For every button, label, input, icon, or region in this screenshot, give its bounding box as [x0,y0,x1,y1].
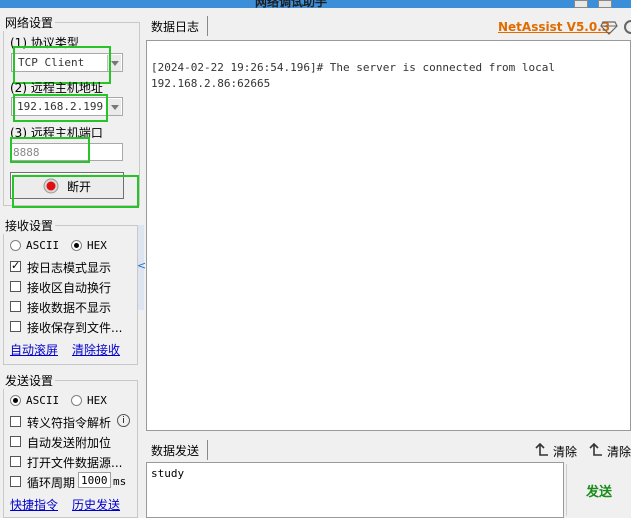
close-button[interactable] [598,0,612,8]
send-settings-title: 发送设置 [3,372,56,389]
log-line: [2024-02-22 19:26:54.196]# The server is… [151,61,555,74]
highlight-box-host [13,94,108,122]
history-link[interactable]: 历史发送 [72,496,120,513]
clear-all-button[interactable]: 清除 [607,443,631,460]
auto-wrap-label: 接收区自动换行 [27,281,112,295]
receive-hex-label: HEX [87,239,107,252]
log-mode-label: 按日志模式显示 [27,261,112,275]
receive-settings-title: 接收设置 [3,217,56,234]
window-title: 网络调试助手 [255,0,328,9]
send-ascii-radio[interactable] [10,395,21,406]
auto-scroll-link[interactable]: 自动滚屏 [10,341,58,358]
title-bar: 网络调试助手 [0,0,631,9]
diamond-icon[interactable] [600,21,618,35]
save-to-file-label: 接收保存到文件... [27,321,123,335]
escape-parse-label: 转义符指令解析 [27,416,112,430]
send-hex-label: HEX [87,394,107,407]
cycle-value: 1000 [81,474,108,487]
receive-log-area[interactable]: [2024-02-22 19:26:54.196]# The server is… [146,40,631,431]
log-line: 192.168.2.86:62665 [151,77,271,90]
send-ascii-label: ASCII [26,394,60,407]
log-mode-checkbox[interactable] [10,259,21,272]
auto-append-label: 自动发送附加位 [27,436,112,450]
receive-hex-radio[interactable] [71,240,82,251]
network-settings-title: 网络设置 [3,14,56,31]
clear-arrow-icon[interactable] [534,442,550,458]
cycle-unit: ms [113,475,127,488]
receive-ascii-label: ASCII [26,239,60,252]
auto-append-checkbox[interactable] [10,436,21,447]
clear-send-button[interactable]: 清除 [553,443,577,460]
highlight-box-port [10,137,90,163]
send-hex-radio[interactable] [71,395,82,406]
cycle-checkbox[interactable] [10,476,21,487]
send-button-label: 发送 [586,485,613,500]
info-icon[interactable]: i [117,414,130,427]
shortcuts-link[interactable]: 快捷指令 [10,496,58,513]
panel-splitter[interactable]: < [137,225,146,310]
brand-link[interactable]: NetAssist V5.0.3 [498,20,610,34]
send-button[interactable]: 发送 [566,464,631,516]
chevron-down-icon[interactable] [107,99,121,115]
log-tab[interactable]: 数据日志 [151,18,199,35]
minimize-button[interactable] [574,0,588,8]
send-text: study [151,467,185,480]
hide-data-label: 接收数据不显示 [27,301,112,315]
chevron-left-icon[interactable]: < [137,259,146,272]
clear-all-arrow-icon[interactable] [588,442,604,458]
send-input-area[interactable]: study [146,462,564,518]
highlight-box-button [12,175,139,208]
hide-data-checkbox[interactable] [10,301,21,312]
save-to-file-checkbox[interactable] [10,321,21,332]
open-file-checkbox[interactable] [10,456,21,467]
escape-parse-checkbox[interactable] [10,416,21,427]
clear-receive-link[interactable]: 清除接收 [72,341,120,358]
send-tab[interactable]: 数据发送 [151,442,199,459]
tab-divider [207,16,208,36]
log-text: [2024-02-22 19:26:54.196]# The server is… [151,60,555,92]
receive-ascii-radio[interactable] [10,240,21,251]
auto-wrap-checkbox[interactable] [10,281,21,292]
open-file-label: 打开文件数据源... [27,456,123,470]
tab-divider [207,440,208,460]
cycle-input[interactable]: 1000 [78,472,111,488]
gear-icon[interactable] [622,19,631,35]
cycle-label: 循环周期 [27,476,76,490]
